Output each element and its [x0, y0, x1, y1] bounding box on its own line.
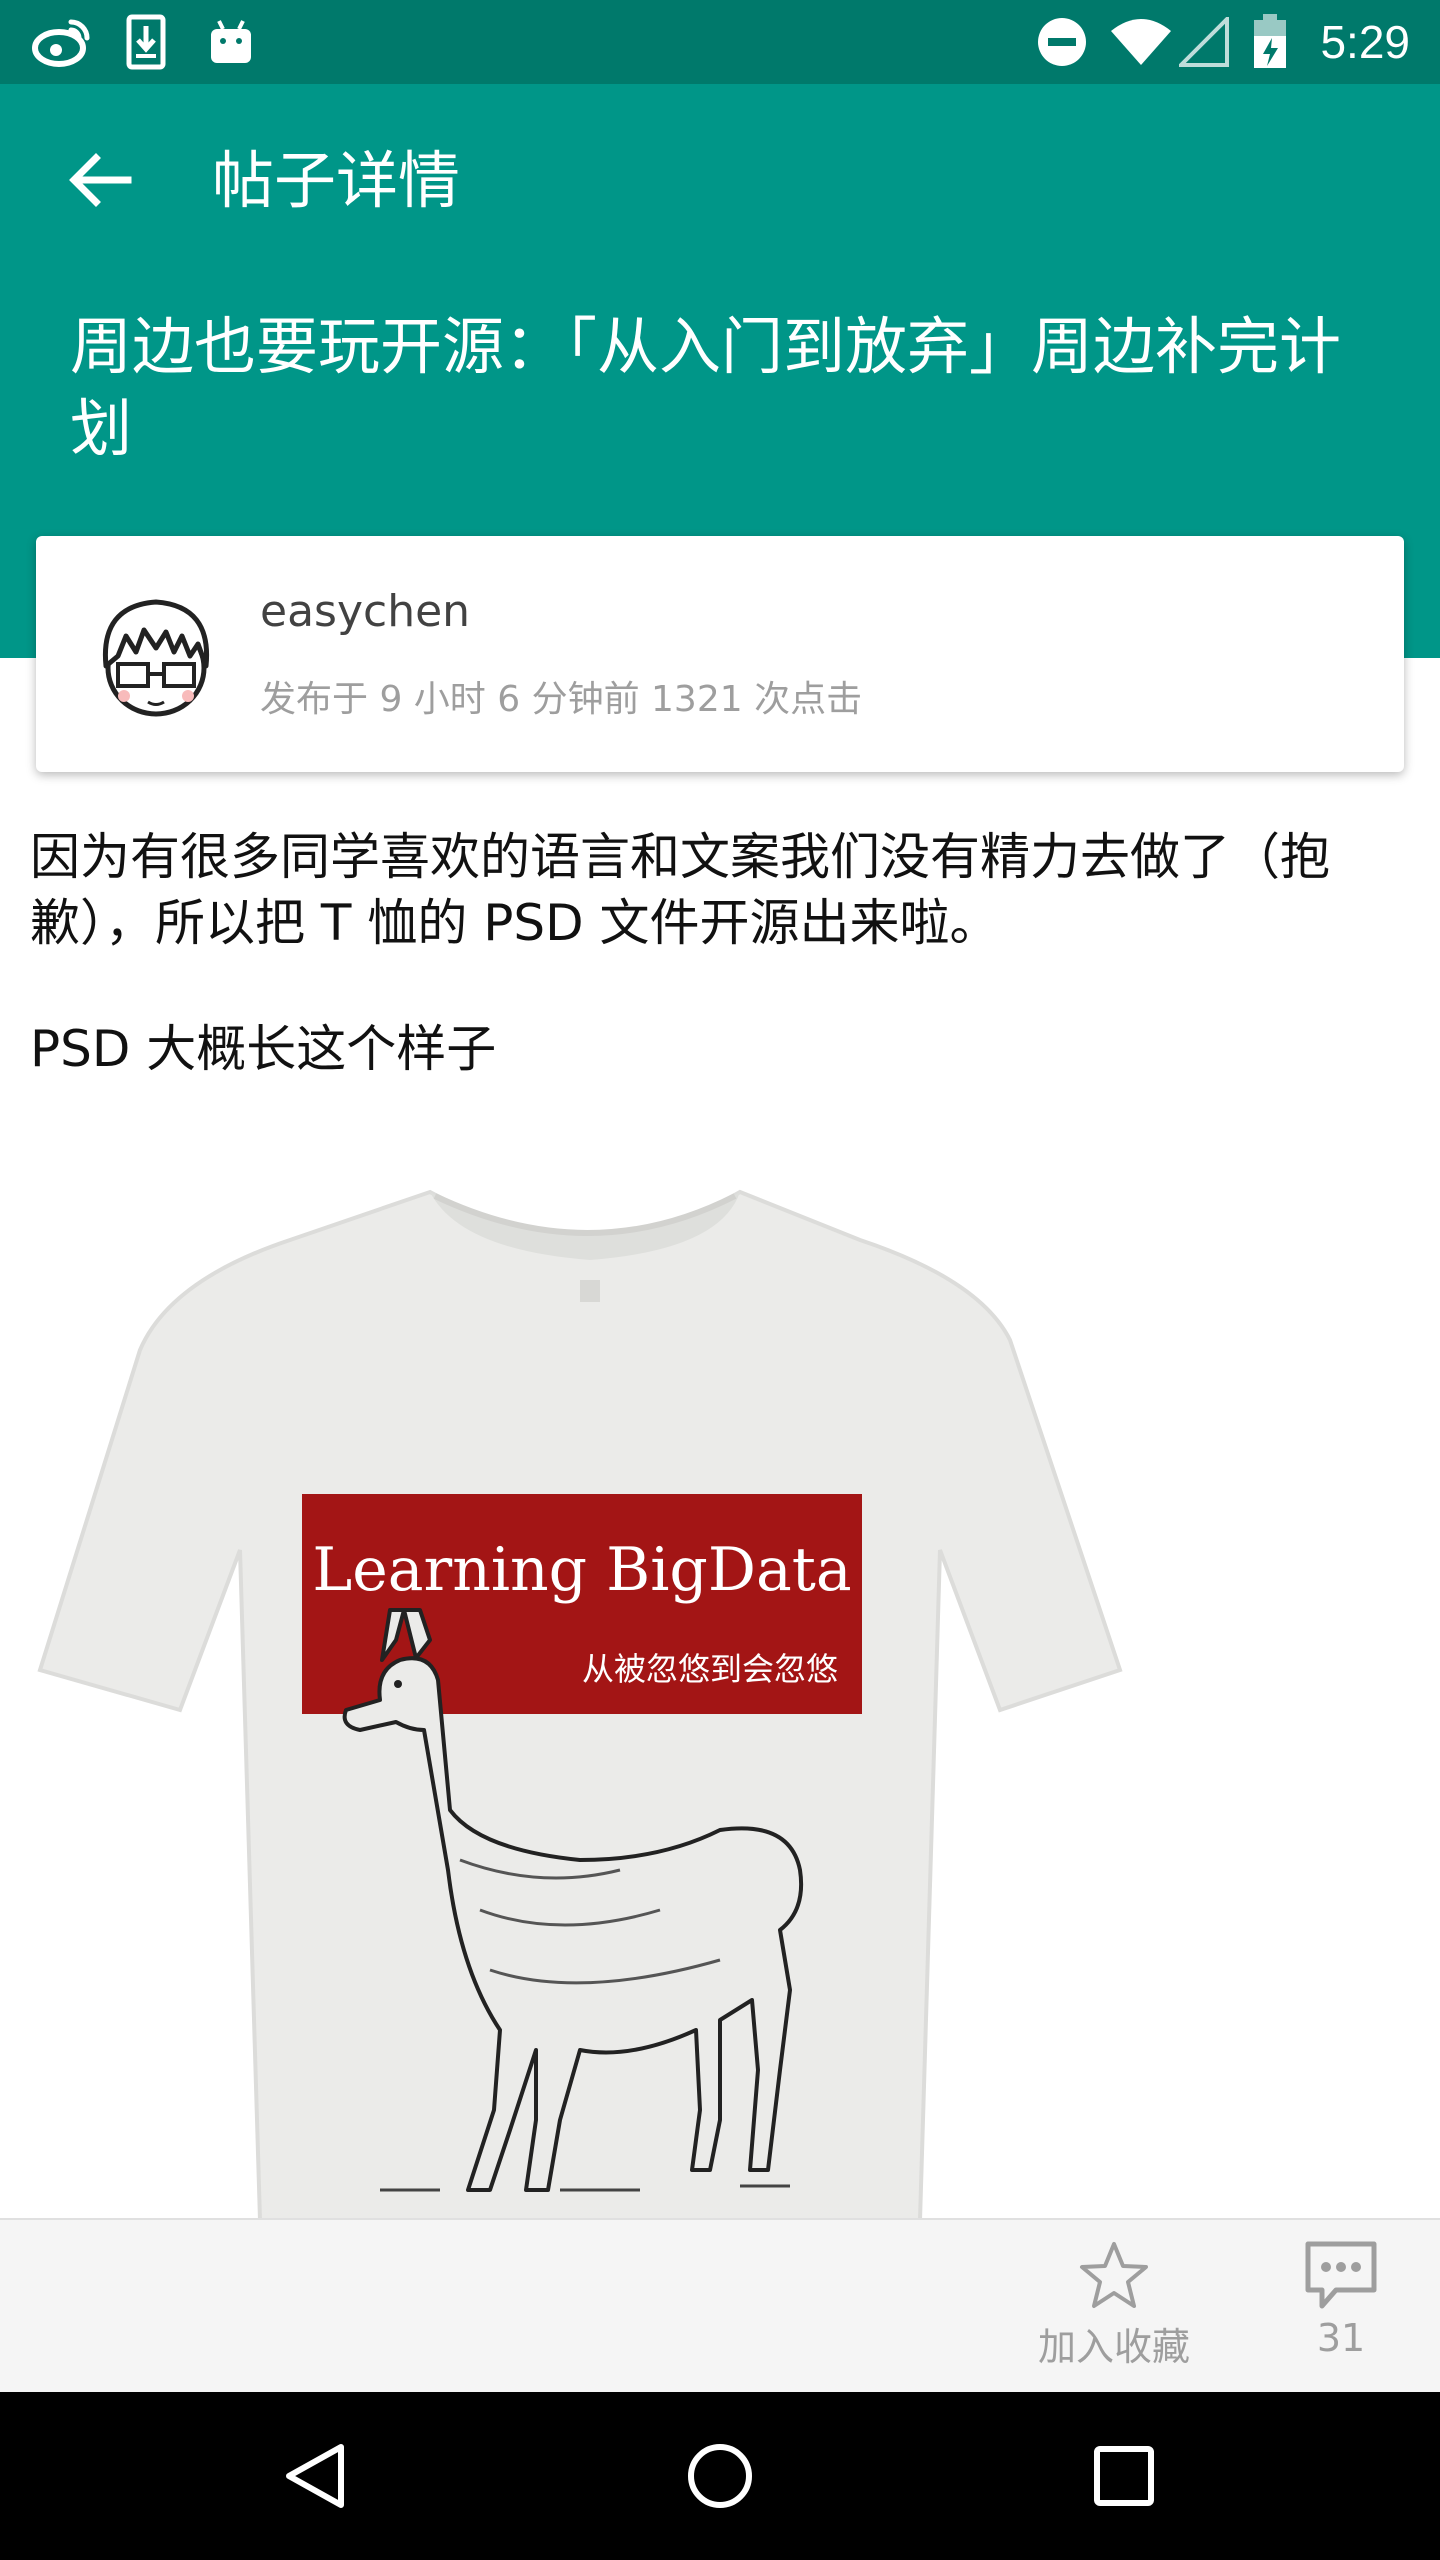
favorite-button[interactable]: 加入收藏 [1038, 2240, 1190, 2371]
favorite-label: 加入收藏 [1038, 2325, 1191, 2369]
nav-home-button[interactable] [670, 2426, 770, 2526]
comment-icon [1305, 2241, 1377, 2309]
star-icon [1080, 2242, 1148, 2308]
author-card: easychen 发布于 9 小时 6 分钟前 1321 次点击 [36, 536, 1404, 772]
signal-icon [1176, 14, 1232, 70]
nav-back-icon [286, 2444, 344, 2508]
nav-recents-button[interactable] [1074, 2426, 1174, 2526]
banner-subtitle: 从被忽悠到会忽悠 [582, 1650, 838, 1688]
navigation-bar [0, 2392, 1440, 2560]
banner-title: Learning BigData [312, 1535, 851, 1605]
comment-count: 31 [1316, 2316, 1366, 2360]
avatar[interactable] [86, 586, 226, 726]
author-name[interactable]: easychen [260, 586, 470, 637]
nav-home-icon [688, 2444, 752, 2508]
comments-button[interactable]: 31 [1302, 2240, 1380, 2360]
arrow-back-icon [69, 153, 132, 207]
nav-back-button[interactable] [266, 2426, 366, 2526]
post-paragraph: PSD 大概长这个样子 [30, 1020, 497, 1078]
do-not-disturb-icon [1034, 14, 1090, 70]
action-bar: 加入收藏 31 [0, 2218, 1440, 2394]
download-icon [124, 14, 168, 70]
weibo-icon [30, 14, 94, 70]
back-button[interactable] [50, 130, 150, 230]
android-icon [208, 14, 254, 70]
battery-icon [1250, 14, 1290, 70]
post-meta: 发布于 9 小时 6 分钟前 1321 次点击 [260, 679, 863, 720]
tshirt-image[interactable]: Learning BigData 从被忽悠到会忽悠 [20, 1170, 1160, 2220]
post-title: 周边也要玩开源：「从入门到放弃」周边补完计划 [70, 310, 1342, 465]
nav-recents-icon [1094, 2446, 1154, 2506]
wifi-icon [1108, 14, 1174, 70]
toolbar-title: 帖子详情 [212, 144, 461, 217]
status-time: 5:29 [1320, 16, 1410, 68]
post-paragraph: 因为有很多同学喜欢的语言和文案我们没有精力去做了（抱歉），所以把 T 恤的 PS… [30, 828, 1330, 952]
status-bar: 5:29 [0, 0, 1440, 84]
